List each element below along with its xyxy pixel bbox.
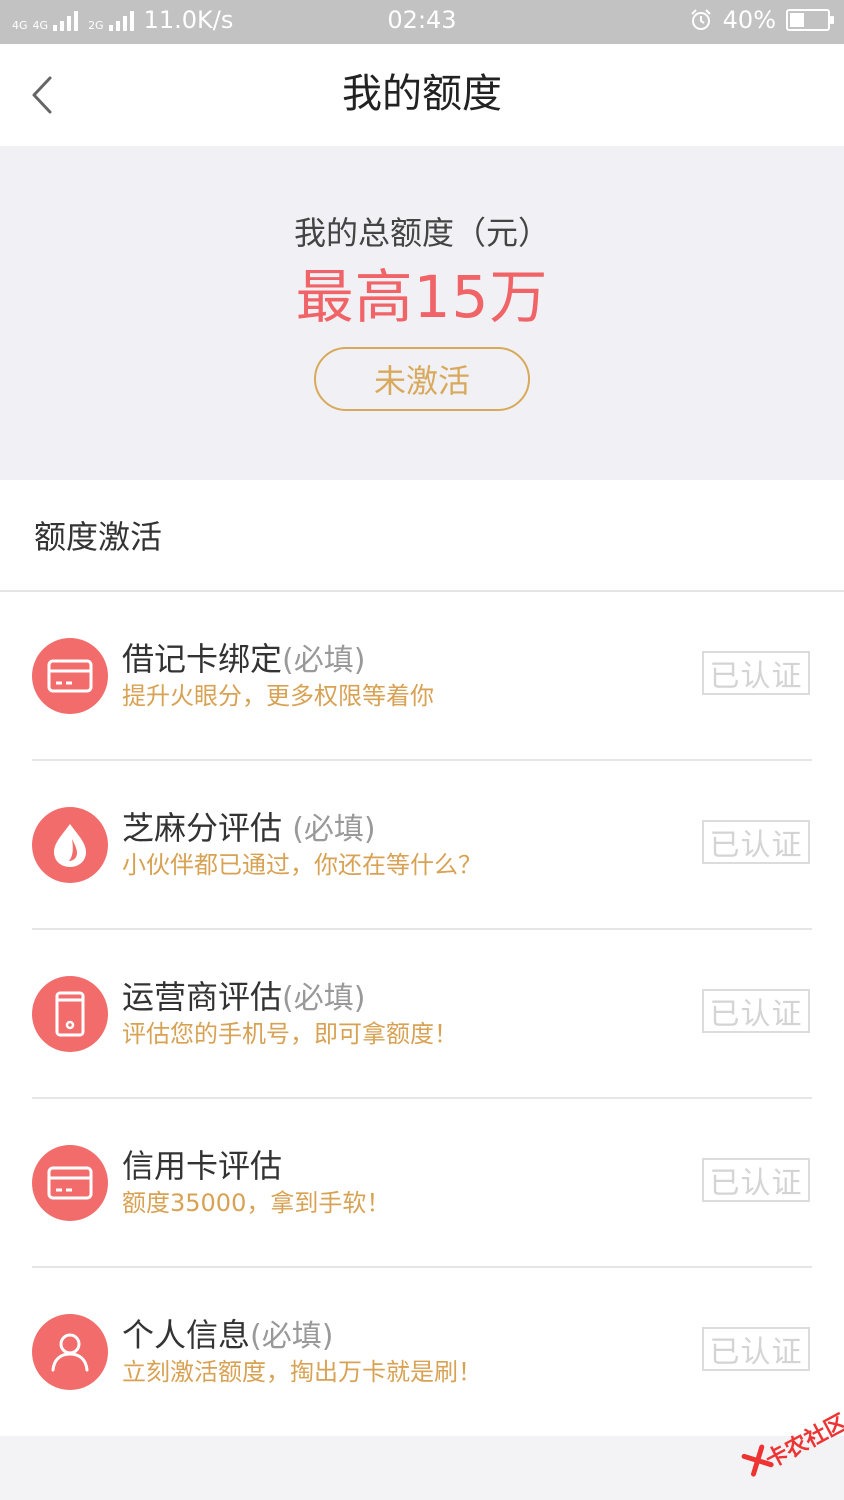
status-right: 40% bbox=[689, 6, 834, 34]
item-subtitle: 额度35000，拿到手软！ bbox=[122, 1189, 391, 1217]
item-subtitle: 提升火眼分，更多权限等着你 bbox=[122, 682, 434, 710]
item-subtitle: 小伙伴都已通过，你还在等什么？ bbox=[122, 851, 482, 879]
item-title: 运营商评估(必填) bbox=[122, 978, 366, 1016]
alarm-icon bbox=[690, 9, 711, 30]
total-credit-amount: 最高15万 bbox=[295, 263, 549, 331]
item-subtitle: 立刻激活额度，掏出万卡就是刷！ bbox=[122, 1358, 482, 1386]
verified-badge: 已认证 bbox=[702, 651, 810, 695]
credit-summary: 我的总额度（元） 最高15万 未激活 bbox=[0, 146, 844, 480]
verified-badge: 已认证 bbox=[702, 820, 810, 864]
item-title: 个人信息(必填) bbox=[122, 1316, 334, 1354]
activate-button[interactable]: 未激活 bbox=[314, 347, 530, 411]
item-title: 芝麻分评估 (必填) bbox=[122, 809, 376, 847]
card-icon bbox=[32, 1145, 108, 1221]
card-icon bbox=[32, 638, 108, 714]
status-bar: 4G 4G 2G 11.0K/s 02:43 40% bbox=[0, 0, 844, 44]
list-item-carrier[interactable]: 运营商评估(必填) 评估您的手机号，即可拿额度！ 已认证 bbox=[0, 930, 844, 1099]
list-item-sesame-score[interactable]: 芝麻分评估 (必填) 小伙伴都已通过，你还在等什么？ 已认证 bbox=[0, 761, 844, 930]
item-title: 借记卡绑定(必填) bbox=[122, 640, 366, 678]
item-title: 信用卡评估 bbox=[122, 1147, 283, 1185]
header: 我的额度 bbox=[0, 44, 844, 146]
verified-badge: 已认证 bbox=[702, 1158, 810, 1202]
section-header: 额度激活 bbox=[0, 480, 844, 592]
list-item-personal-info[interactable]: 个人信息(必填) 立刻激活额度，掏出万卡就是刷！ 已认证 bbox=[0, 1268, 844, 1437]
person-icon bbox=[32, 1314, 108, 1390]
section-title: 额度激活 bbox=[34, 518, 163, 556]
verification-list: 借记卡绑定(必填) 提升火眼分，更多权限等着你 已认证 芝麻分评估 (必填) 小… bbox=[0, 592, 844, 1436]
sesame-icon bbox=[32, 807, 108, 883]
battery-percent: 40% bbox=[722, 6, 776, 34]
verified-badge: 已认证 bbox=[702, 989, 810, 1033]
phone-icon bbox=[32, 976, 108, 1052]
item-subtitle: 评估您的手机号，即可拿额度！ bbox=[122, 1020, 458, 1048]
page-title: 我的额度 bbox=[342, 71, 502, 117]
list-item-debit-card[interactable]: 借记卡绑定(必填) 提升火眼分，更多权限等着你 已认证 bbox=[0, 592, 844, 761]
list-item-credit-card[interactable]: 信用卡评估 额度35000，拿到手软！ 已认证 bbox=[0, 1099, 844, 1268]
battery-icon bbox=[786, 9, 834, 31]
verified-badge: 已认证 bbox=[702, 1327, 810, 1371]
battery-fill bbox=[790, 13, 805, 27]
total-credit-label: 我的总额度（元） bbox=[293, 214, 550, 252]
